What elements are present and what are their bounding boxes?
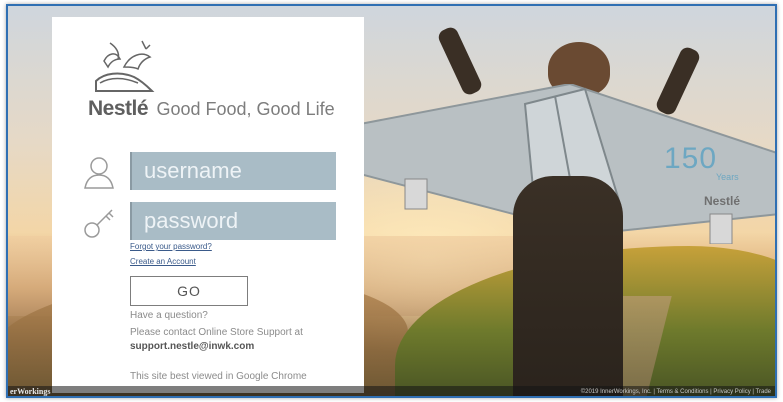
- anniversary-mark: Nestlé: [704, 194, 741, 208]
- help-contact-text: Please contact Online Store Support at: [130, 327, 303, 338]
- create-account-link[interactable]: Create an Account: [130, 257, 196, 266]
- anniversary-badge: 150 Years Nestlé: [664, 142, 754, 216]
- brand-tagline: Good Food, Good Life: [156, 99, 335, 119]
- username-input[interactable]: [130, 152, 336, 190]
- password-input[interactable]: [130, 202, 336, 240]
- username-row: [82, 152, 364, 192]
- user-icon: [84, 157, 114, 189]
- brand-name: Nestlé: [88, 97, 149, 120]
- brand-lockup: Nestlé Good Food, Good Life: [88, 97, 335, 121]
- support-email: support.nestle@inwk.com: [130, 341, 255, 352]
- footer-brand: erWorkings: [10, 387, 51, 396]
- anniversary-number: 150: [664, 142, 718, 175]
- footer-legal-links[interactable]: ©2019 InnerWorkings, Inc. | Terms & Cond…: [581, 389, 771, 395]
- browser-note: This site best viewed in Google Chrome: [130, 371, 307, 382]
- help-question: Have a question?: [130, 310, 208, 321]
- person-body: [513, 176, 623, 396]
- forgot-password-link[interactable]: Forgot your password?: [130, 242, 212, 251]
- key-icon: [84, 209, 114, 238]
- anniversary-years: Years: [716, 172, 739, 182]
- go-button[interactable]: GO: [130, 276, 248, 306]
- login-page: 150 Years Nestlé Nestlé Good Food, Good …: [6, 4, 777, 398]
- password-row: [82, 202, 364, 242]
- nestle-nest-logo-icon: [95, 40, 155, 92]
- login-panel: Nestlé Good Food, Good Life Forgot your …: [52, 17, 364, 393]
